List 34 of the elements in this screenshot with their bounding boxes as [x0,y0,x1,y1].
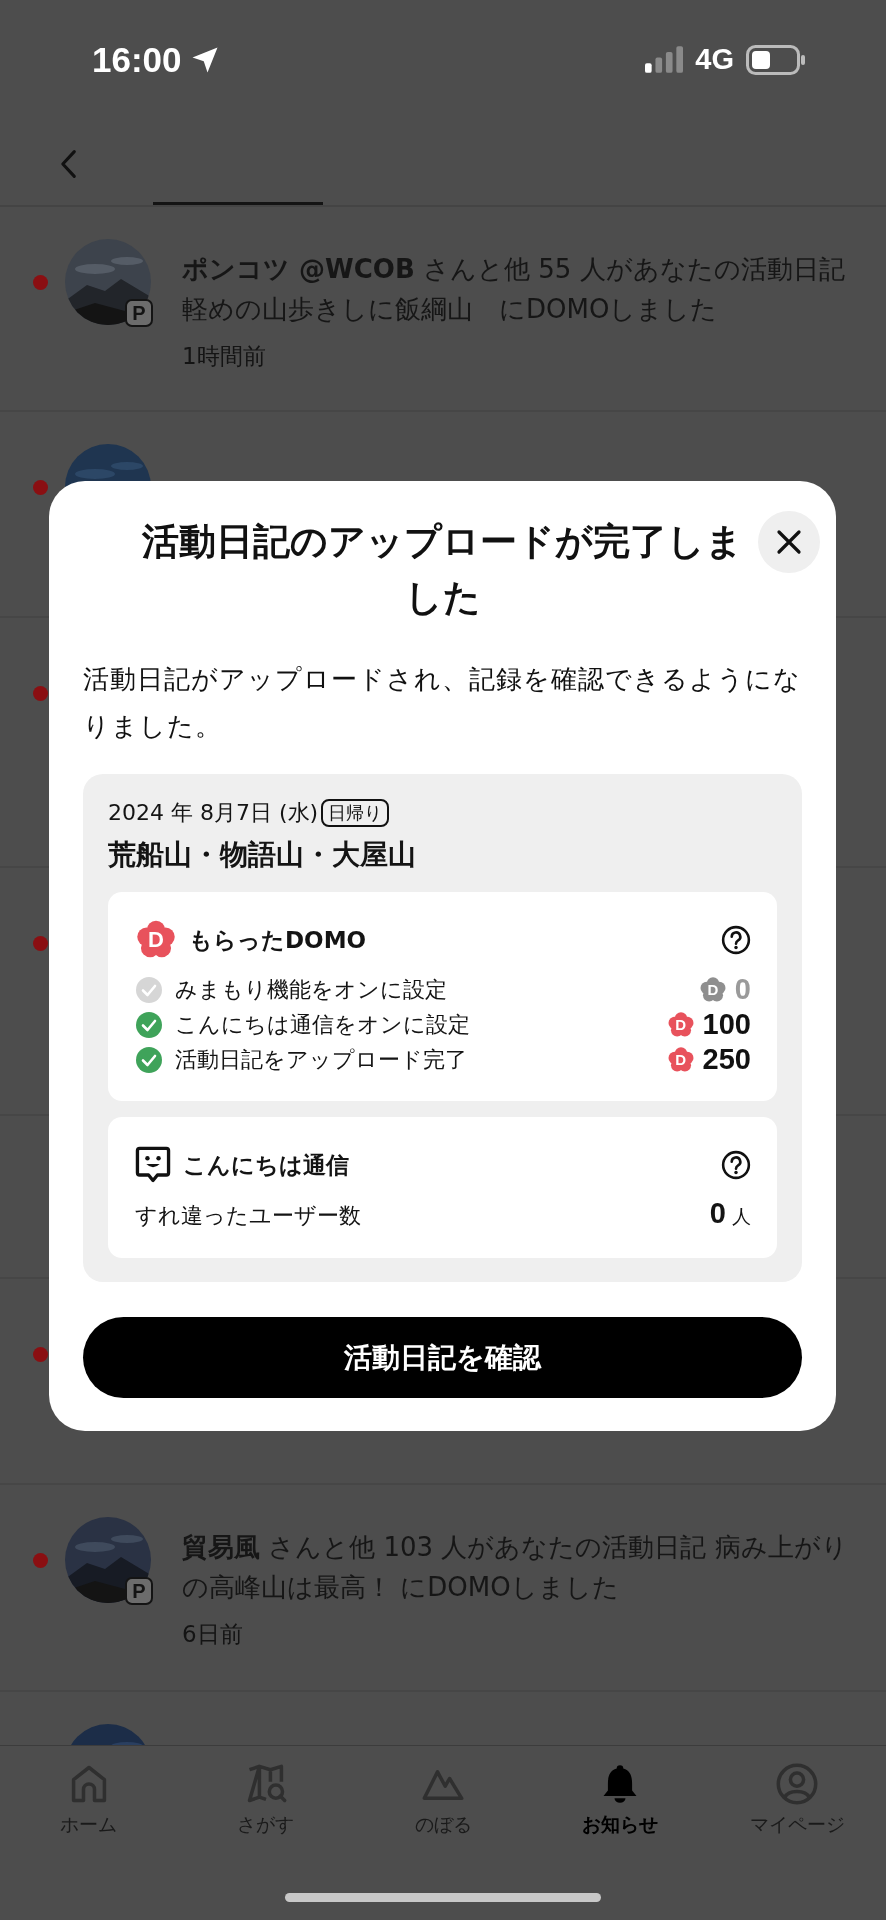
domo-item-label: こんにちは通信をオンに設定 [175,1010,471,1039]
domo-points: 0 [734,973,751,1006]
view-diary-button[interactable]: 活動日記を確認 [83,1317,802,1398]
domo-item-label: 活動日記をアップロード完了 [175,1045,468,1074]
greeting-title: こんにちは通信 [183,1150,350,1180]
smiley-bubble-icon [135,1145,171,1185]
domo-points: 100 [702,1008,751,1041]
help-icon[interactable] [721,1150,751,1180]
domo-item-label: みまもり機能をオンに設定 [175,975,448,1004]
domo-logo: D [666,1010,695,1039]
clock-time: 16:00 [92,39,182,80]
passed-users-label: すれ違ったユーザー数 [135,1202,362,1230]
help-icon[interactable] [721,925,751,955]
trip-type-tag: 日帰り [321,799,390,827]
domo-logo: D [698,975,727,1004]
network-type: 4G [695,43,734,76]
domo-logo: D [666,1045,695,1074]
dialog-message: 活動日記がアップロードされ、記録を確認できるようになりました。 [83,663,802,743]
domo-points: 250 [702,1043,751,1076]
battery-icon [746,44,806,75]
p-badge: P [125,1577,153,1605]
user-icon [775,1762,820,1806]
dialog-title: 活動日記のアップロードが完了しました [141,519,744,621]
domo-logo: D [135,919,177,961]
tab-bar-item[interactable]: お知らせ [531,1762,709,1838]
activity-date: 2024 年 8月7日 (水) [108,799,319,827]
notification-time: 1時間前 [182,342,267,371]
passed-users-count: 0 [709,1197,726,1230]
domo-title: もらったDOMO [189,925,368,955]
mountain-names: 荒船山・物語山・大屋山 [108,837,417,873]
count-unit: 人 [732,1204,751,1229]
notification-time: 6日前 [182,1620,244,1649]
signal-icon [645,46,684,73]
p-badge: P [125,299,153,327]
